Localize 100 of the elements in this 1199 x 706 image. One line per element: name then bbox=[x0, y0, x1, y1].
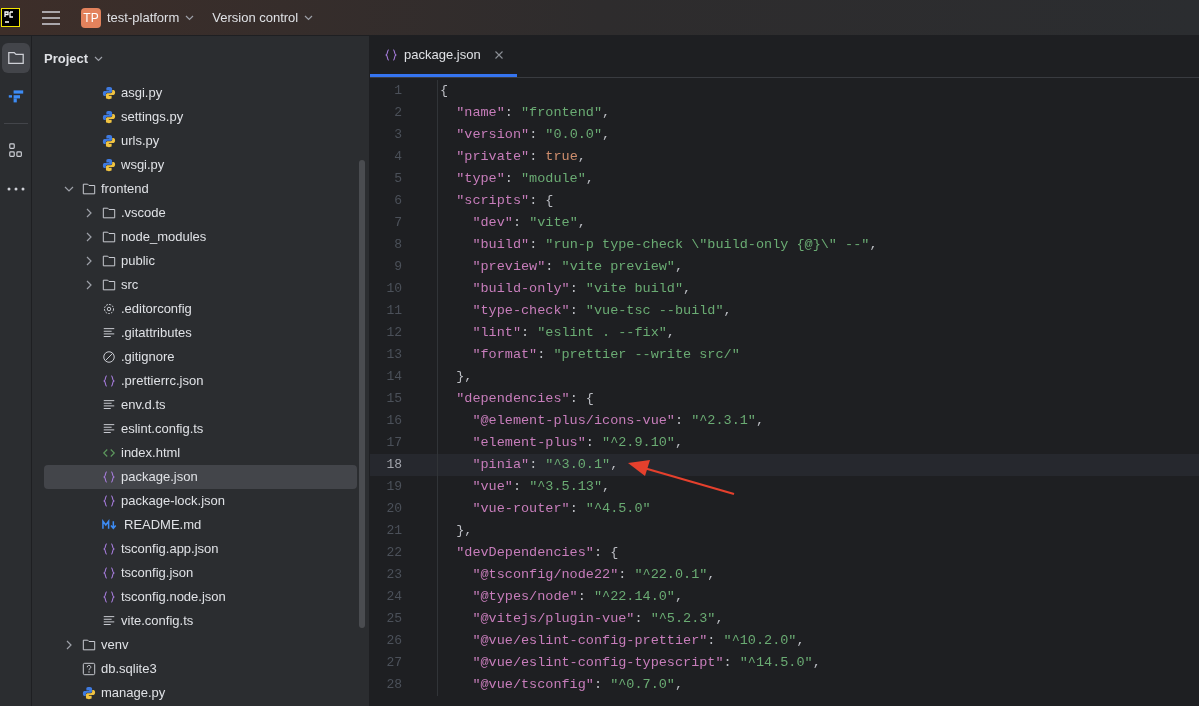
code-line: "type": "module", bbox=[455, 169, 594, 188]
line-number: 18 bbox=[385, 456, 402, 475]
chevron-right-icon bbox=[86, 232, 92, 242]
folder-icon bbox=[102, 254, 116, 268]
tree-item[interactable]: wsgi.py bbox=[44, 153, 357, 177]
app-logo-icon bbox=[1, 8, 20, 27]
folder-icon bbox=[102, 230, 116, 244]
braces-icon bbox=[102, 374, 116, 388]
chevron-down-icon bbox=[185, 14, 195, 21]
braces-icon bbox=[102, 470, 116, 484]
folder-icon bbox=[82, 638, 96, 652]
python-icon bbox=[82, 686, 96, 700]
braces-icon bbox=[102, 566, 116, 580]
text-file-icon bbox=[102, 398, 116, 412]
tree-item[interactable]: .gitattributes bbox=[44, 321, 357, 345]
project-panel-title[interactable]: Project bbox=[44, 48, 104, 69]
tree-item[interactable]: README.md bbox=[44, 513, 357, 537]
braces-icon bbox=[384, 48, 398, 62]
tree-item[interactable]: frontend bbox=[44, 177, 357, 201]
code-line: "@tsconfig/node22": "^22.0.1", bbox=[471, 565, 716, 584]
text-file-icon bbox=[102, 422, 116, 436]
code-line: "build": "run-p type-check \"build-only {@}\" --", bbox=[471, 235, 878, 254]
python-icon bbox=[102, 110, 116, 124]
close-icon[interactable] bbox=[494, 51, 503, 59]
code-line: "@vitejs/plugin-vue": "^5.2.3", bbox=[471, 609, 724, 628]
tree-item[interactable]: src bbox=[44, 273, 357, 297]
python-icon bbox=[102, 158, 116, 172]
code-line: "element-plus": "^2.9.10", bbox=[471, 433, 684, 452]
code-line: "@vue/eslint-config-prettier": "^10.2.0", bbox=[471, 631, 805, 650]
tree-item[interactable]: public bbox=[44, 249, 357, 273]
tree-item[interactable]: node_modules bbox=[44, 225, 357, 249]
tree-item[interactable]: db.sqlite3 bbox=[44, 657, 357, 681]
code-line: "@types/node": "^22.14.0", bbox=[471, 587, 684, 606]
version-control-menu[interactable]: Version control bbox=[212, 7, 314, 28]
braces-icon bbox=[102, 590, 116, 604]
tree-item[interactable]: tsconfig.json bbox=[44, 561, 357, 585]
braces-icon bbox=[102, 542, 116, 556]
more-icon bbox=[6, 187, 25, 191]
tree-item[interactable]: venv bbox=[44, 633, 357, 657]
tree-item[interactable]: manage.py bbox=[44, 681, 357, 705]
code-line: "pinia": "^3.0.1", bbox=[471, 455, 619, 474]
project-badge: TP bbox=[81, 7, 101, 28]
tree-item[interactable]: .editorconfig bbox=[44, 297, 357, 321]
folder-icon bbox=[102, 278, 116, 292]
tree-item[interactable]: .vscode bbox=[44, 201, 357, 225]
text-file-icon bbox=[102, 614, 116, 628]
tree-item[interactable]: tsconfig.app.json bbox=[44, 537, 357, 561]
tree-item[interactable]: asgi.py bbox=[44, 81, 357, 105]
braces-icon bbox=[102, 494, 116, 508]
code-line: }, bbox=[455, 367, 473, 386]
code-line: "name": "frontend", bbox=[455, 103, 611, 122]
scrollbar-thumb[interactable] bbox=[359, 160, 365, 628]
code-line: "private": true, bbox=[455, 147, 586, 166]
tree-item[interactable]: .prettierrc.json bbox=[44, 369, 357, 393]
code-line: "devDependencies": { bbox=[455, 543, 619, 562]
python-icon bbox=[102, 86, 116, 100]
code-line: "type-check": "vue-tsc --build", bbox=[471, 301, 732, 320]
python-icon bbox=[102, 134, 116, 148]
code-line: "preview": "vite preview", bbox=[471, 257, 684, 276]
tree-item[interactable]: eslint.config.ts bbox=[44, 417, 357, 441]
folder-icon bbox=[102, 206, 116, 220]
prohibited-icon bbox=[102, 350, 116, 364]
angle-brackets-icon bbox=[102, 446, 116, 460]
code-line: "scripts": { bbox=[455, 191, 554, 210]
code-line: "vue-router": "^4.5.0" bbox=[471, 499, 651, 518]
chevron-right-icon bbox=[86, 280, 92, 290]
code-line: }, bbox=[455, 521, 473, 540]
gear-icon bbox=[102, 302, 116, 316]
code-line: "format": "prettier --write src/" bbox=[471, 345, 740, 364]
code-line: "vue": "^3.5.13", bbox=[471, 477, 611, 496]
tree-item[interactable]: tsconfig.node.json bbox=[44, 585, 357, 609]
folder-tool-button[interactable] bbox=[1, 43, 30, 73]
code-line: "lint": "eslint . --fix", bbox=[471, 323, 675, 342]
text-file-icon bbox=[102, 326, 116, 340]
tree-item[interactable]: package.json bbox=[44, 465, 357, 489]
chevron-down-icon bbox=[64, 186, 74, 192]
menu-icon[interactable] bbox=[42, 10, 60, 25]
tree-item[interactable]: vite.config.ts bbox=[44, 609, 357, 633]
code-line: "dev": "vite", bbox=[471, 213, 586, 232]
code-line: "@element-plus/icons-vue": "^2.3.1", bbox=[471, 411, 765, 430]
code-line: "@vue/eslint-config-typescript": "^14.5.0", bbox=[471, 653, 821, 672]
plugins-icon bbox=[7, 143, 24, 159]
code-line: "@vue/tsconfig": "^0.7.0", bbox=[471, 675, 684, 694]
question-file-icon bbox=[82, 662, 96, 676]
folder-icon bbox=[82, 182, 96, 196]
code-line: "version": "0.0.0", bbox=[455, 125, 611, 144]
tree-item[interactable]: index.html bbox=[44, 441, 357, 465]
folder-icon bbox=[6, 49, 25, 67]
editor-tab[interactable]: package.json bbox=[370, 36, 517, 77]
tree-item[interactable]: env.d.ts bbox=[44, 393, 357, 417]
code-line: "build-only": "vite build", bbox=[471, 279, 692, 298]
tree-item[interactable]: .gitignore bbox=[44, 345, 357, 369]
tree-item[interactable]: settings.py bbox=[44, 105, 357, 129]
project-selector[interactable]: test-platform bbox=[107, 7, 195, 28]
chevron-right-icon bbox=[86, 256, 92, 266]
tree-item[interactable]: package-lock.json bbox=[44, 489, 357, 513]
chevron-down-icon bbox=[304, 14, 314, 21]
tree-item[interactable]: urls.py bbox=[44, 129, 357, 153]
chevron-right-icon bbox=[86, 208, 92, 218]
chevron-right-icon bbox=[66, 640, 72, 650]
